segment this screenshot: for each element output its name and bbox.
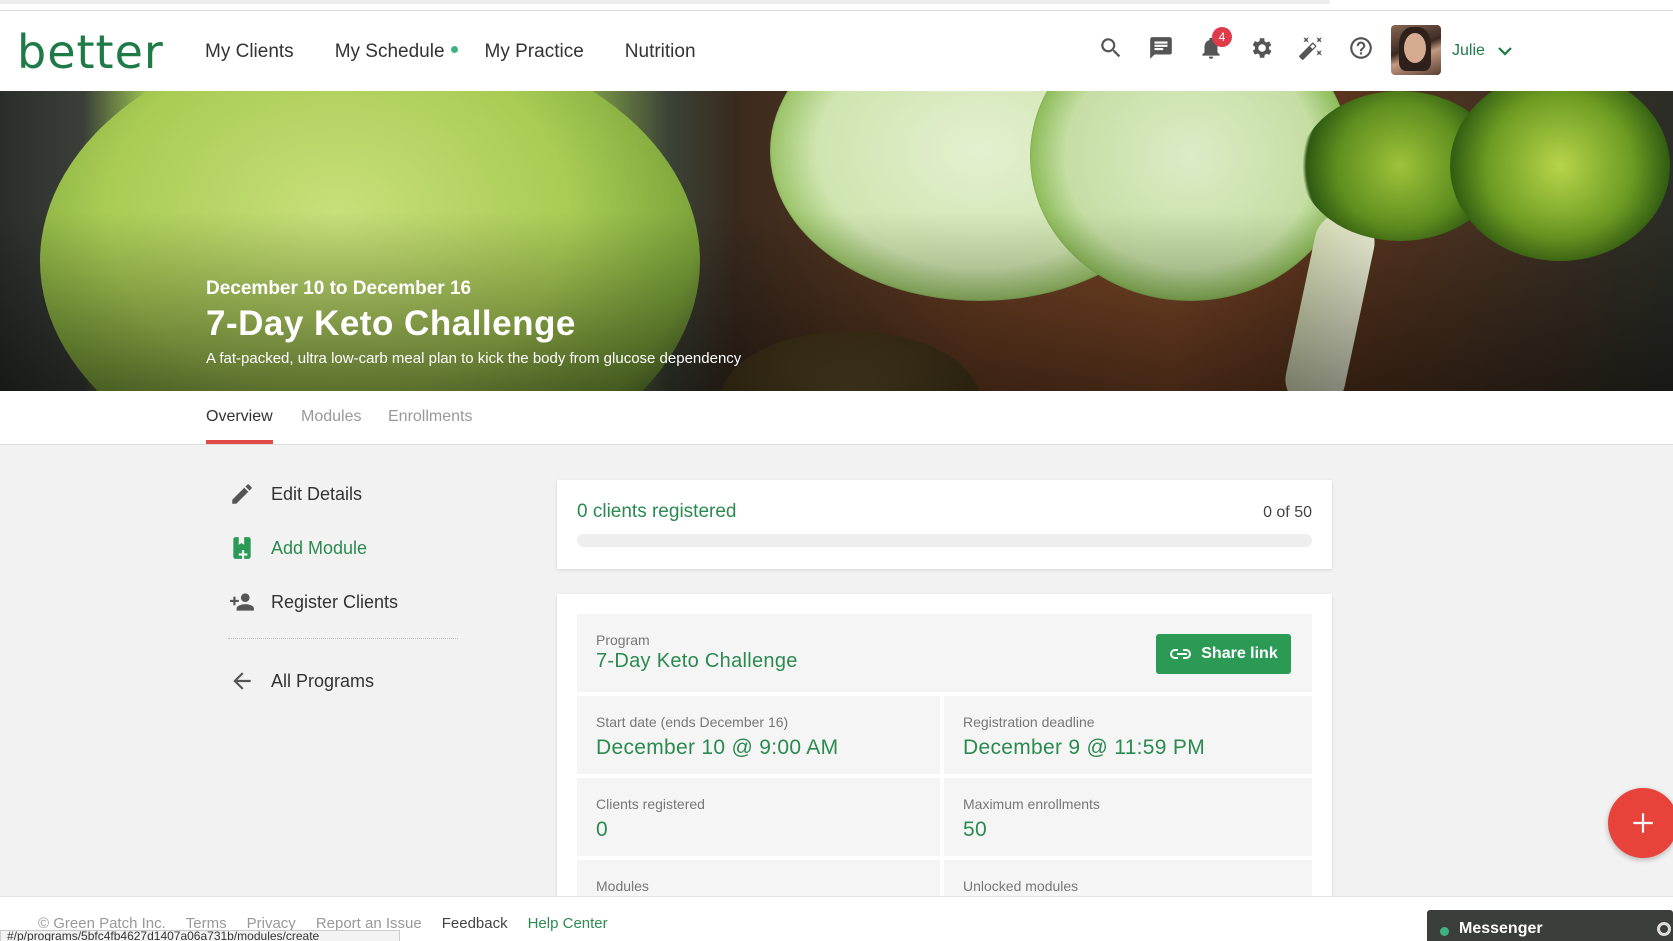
clients-registered-label: Clients registered	[596, 796, 705, 812]
add-module-icon	[228, 534, 256, 562]
add-person-icon	[228, 588, 256, 616]
nav-icon-group: 4	[1096, 27, 1396, 63]
registration-deadline-cell: Registration deadline December 9 @ 11:59…	[944, 696, 1312, 774]
footer-help-center-link[interactable]: Help Center	[528, 915, 608, 932]
registration-deadline-value: December 9 @ 11:59 PM	[963, 736, 1205, 759]
program-name-value: 7-Day Keto Challenge	[596, 650, 798, 672]
registration-count: 0 of 50	[1263, 504, 1312, 521]
browser-loading-strip	[0, 0, 1673, 11]
share-link-button[interactable]: Share link	[1156, 634, 1291, 674]
max-enrollments-value: 50	[963, 818, 987, 841]
plus-icon	[1633, 813, 1653, 833]
notification-badge: 4	[1212, 27, 1232, 47]
top-navbar: better My Clients My Schedule My Practic…	[0, 11, 1673, 91]
loading-bar	[0, 0, 1330, 4]
all-programs-link[interactable]: All Programs	[228, 665, 458, 697]
edit-details-button[interactable]: Edit Details	[228, 478, 458, 510]
register-clients-button[interactable]: Register Clients	[228, 586, 458, 618]
schedule-status-dot	[450, 46, 458, 54]
registration-summary-card: 0 clients registered 0 of 50	[557, 480, 1332, 569]
messenger-gear-icon[interactable]	[1657, 922, 1671, 936]
tab-overview[interactable]: Overview	[206, 408, 273, 444]
main-nav: My Clients My Schedule My Practice Nutri…	[205, 41, 737, 63]
program-name-cell: Program 7-Day Keto Challenge Share link	[577, 614, 1312, 692]
brand-logo[interactable]: better	[17, 25, 164, 79]
tab-enrollments[interactable]: Enrollments	[388, 408, 472, 440]
program-details-card: Program 7-Day Keto Challenge Share link …	[557, 594, 1332, 904]
browser-status-url: #/p/programs/5bfc4fb4627d1407a06a731b/mo…	[0, 930, 400, 941]
avatar-face	[1404, 33, 1426, 63]
search-icon[interactable]	[1096, 33, 1126, 63]
register-clients-label: Register Clients	[271, 591, 399, 612]
edit-details-label: Edit Details	[271, 483, 363, 504]
avatar[interactable]	[1391, 25, 1441, 75]
messenger-label: Messenger	[1459, 920, 1543, 937]
program-hero-banner: December 10 to December 16 7-Day Keto Ch…	[0, 91, 1673, 391]
add-module-button[interactable]: Add Module	[228, 532, 458, 564]
start-date-cell: Start date (ends December 16) December 1…	[577, 696, 940, 774]
magic-wand-icon[interactable]	[1296, 33, 1326, 63]
messenger-status-dot	[1440, 927, 1449, 936]
program-subtitle: A fat-packed, ultra low-carb meal plan t…	[206, 350, 742, 367]
all-programs-label: All Programs	[271, 670, 375, 691]
start-date-label: Start date (ends December 16)	[596, 714, 789, 730]
add-module-label: Add Module	[271, 537, 368, 558]
gear-icon[interactable]	[1246, 33, 1276, 63]
nav-my-schedule-label: My Schedule	[334, 41, 445, 62]
registration-progress-bar	[577, 534, 1312, 547]
program-label: Program	[596, 632, 650, 648]
program-dates: December 10 to December 16	[206, 278, 472, 299]
sidebar-divider	[228, 638, 458, 639]
chevron-down-icon[interactable]	[1496, 42, 1514, 60]
nav-my-clients[interactable]: My Clients	[205, 41, 294, 63]
max-enrollments-label: Maximum enrollments	[963, 796, 1100, 812]
nav-my-practice[interactable]: My Practice	[485, 41, 584, 63]
hero-text: December 10 to December 16 7-Day Keto Ch…	[206, 278, 741, 367]
footer-feedback-link[interactable]: Feedback	[442, 915, 508, 932]
registration-deadline-label: Registration deadline	[963, 714, 1095, 730]
nav-my-schedule[interactable]: My Schedule	[335, 41, 458, 63]
share-link-label: Share link	[1201, 645, 1278, 662]
program-actions-sidebar: Edit Details Add Module Register Clients…	[228, 478, 458, 719]
clients-registered-value: 0	[596, 818, 608, 841]
add-fab-button[interactable]	[1608, 788, 1673, 858]
chat-icon[interactable]	[1146, 33, 1176, 63]
unlocked-modules-label: Unlocked modules	[963, 878, 1079, 894]
program-tabs: Overview Modules Enrollments	[0, 391, 1673, 445]
nav-nutrition[interactable]: Nutrition	[625, 41, 696, 63]
messenger-bar[interactable]: Messenger	[1427, 910, 1673, 941]
program-title: 7-Day Keto Challenge	[206, 304, 576, 343]
pencil-icon	[228, 480, 256, 508]
help-icon[interactable]	[1346, 33, 1376, 63]
link-icon	[1170, 649, 1192, 659]
clients-registered-cell: Clients registered 0	[577, 778, 940, 856]
start-date-value: December 10 @ 9:00 AM	[596, 736, 839, 759]
tab-modules[interactable]: Modules	[301, 408, 361, 440]
arrow-left-icon	[228, 667, 256, 695]
user-name[interactable]: Julie	[1452, 42, 1485, 60]
modules-label: Modules	[596, 878, 649, 894]
clients-registered-summary: 0 clients registered	[577, 501, 737, 522]
bell-icon[interactable]: 4	[1196, 27, 1232, 63]
max-enrollments-cell: Maximum enrollments 50	[944, 778, 1312, 856]
